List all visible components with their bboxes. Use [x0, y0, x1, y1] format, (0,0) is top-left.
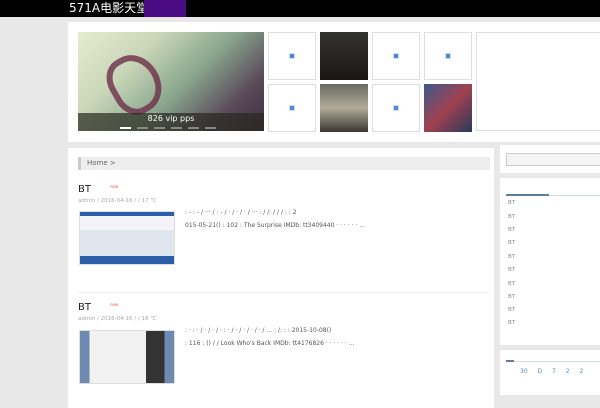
sidebar-item[interactable]: BT	[508, 281, 515, 287]
movie-poster[interactable]	[320, 32, 368, 80]
movie-tile[interactable]	[268, 32, 316, 80]
movie-poster[interactable]	[424, 84, 472, 132]
sidebar-item[interactable]: BT	[508, 294, 515, 300]
image-placeholder-icon	[445, 53, 451, 59]
sidebar-item[interactable]: BT	[508, 267, 515, 273]
sidebar-item[interactable]: BT	[508, 320, 515, 326]
site-logo[interactable]: 571A电影天堂	[69, 1, 148, 16]
sidebar-item[interactable]: BT	[508, 307, 515, 313]
nav-active-item[interactable]	[144, 0, 186, 17]
movie-poster[interactable]	[320, 84, 368, 132]
widget-title-bar	[506, 194, 600, 196]
post-excerpt-line: : · : · / · / · / · : · / · / · / · / · …	[185, 327, 332, 334]
image-placeholder-icon	[289, 105, 295, 111]
post-thumbnail[interactable]	[79, 211, 175, 265]
movie-tile[interactable]	[268, 84, 316, 132]
sidebar-item[interactable]: BT	[508, 200, 515, 206]
movie-tile[interactable]	[424, 32, 472, 80]
search-input[interactable]	[506, 153, 600, 166]
slider-dots[interactable]	[120, 127, 216, 129]
widget-title-bar	[506, 360, 600, 362]
post-divider	[78, 292, 490, 293]
slide-image	[98, 45, 172, 123]
image-placeholder-icon	[289, 53, 295, 59]
new-badge: new	[110, 302, 119, 307]
post-excerpt-line: 015-05-21() : 102 : The Surprise IMDb: t…	[185, 222, 365, 229]
image-placeholder-icon	[393, 53, 399, 59]
movie-tile[interactable]	[372, 32, 420, 80]
image-slider[interactable]: 826 vip pps	[78, 32, 264, 131]
movie-tile[interactable]	[372, 84, 420, 132]
tag-cloud[interactable]: 30 D 7 2 2	[520, 368, 583, 375]
featured-empty-box	[476, 32, 600, 131]
breadcrumb[interactable]: Home >	[78, 157, 490, 170]
breadcrumb-home[interactable]: Home >	[87, 159, 116, 167]
sidebar-item[interactable]: BT	[508, 227, 515, 233]
post-meta: admin / 2016-04-16 / / 18 ℃	[78, 316, 157, 322]
sidebar-item[interactable]: BT	[508, 240, 515, 246]
sidebar-item[interactable]: BT	[508, 214, 515, 220]
new-badge: new	[110, 184, 119, 189]
post-meta: admin / 2016-04-16 / / 17 ℃	[78, 198, 157, 204]
post-title[interactable]: BT	[78, 184, 91, 195]
sidebar-item[interactable]: BT	[508, 254, 515, 260]
slide-caption: 826 vip pps	[147, 114, 195, 123]
post-thumbnail[interactable]	[79, 330, 175, 384]
post-excerpt-line: : - : - / ··· / : - / · / · / · / ··· : …	[185, 209, 297, 216]
post-excerpt-line: : 116 : () / / Look Who's Back IMDb: tt4…	[185, 340, 355, 347]
post-title[interactable]: BT	[78, 302, 91, 313]
slide-caption-bar: 826 vip pps	[78, 113, 264, 131]
image-placeholder-icon	[393, 105, 399, 111]
